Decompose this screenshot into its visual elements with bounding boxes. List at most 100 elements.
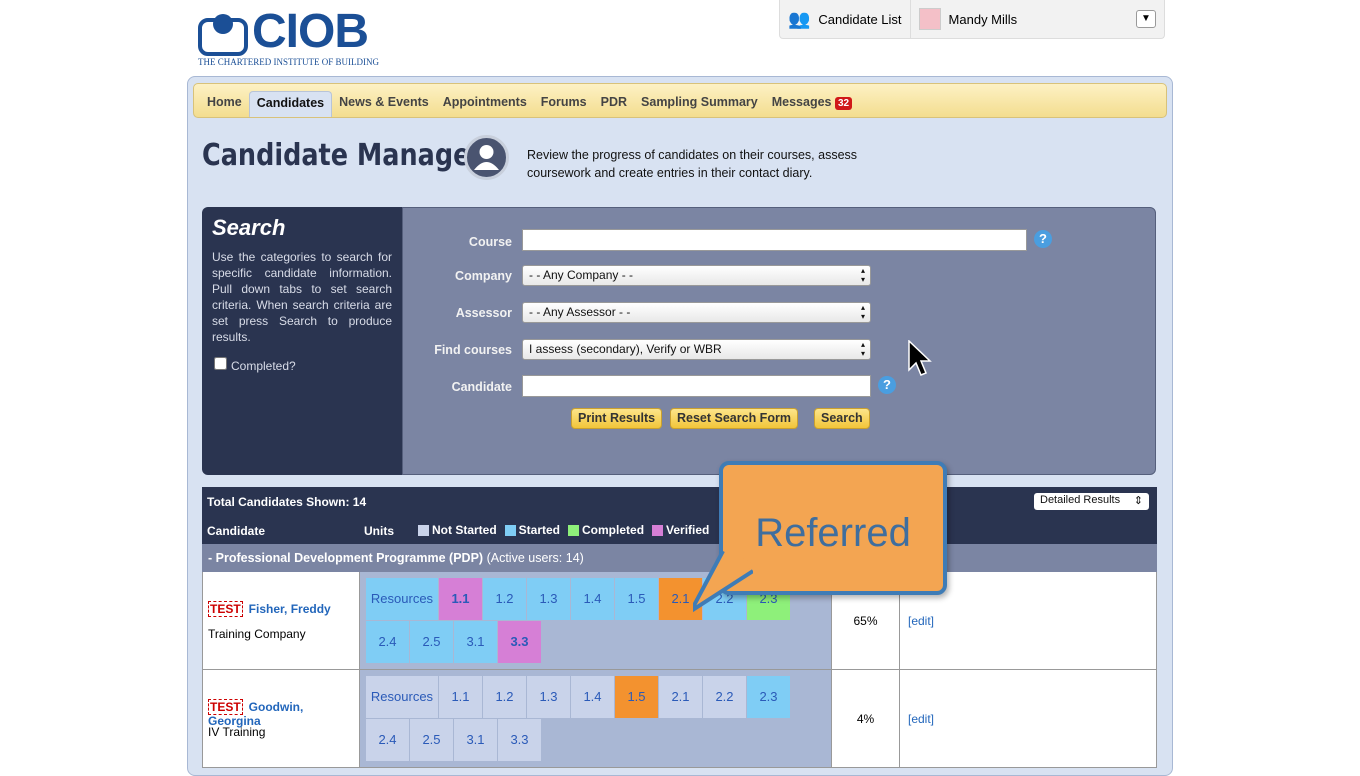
results-header: Total Candidates Shown: 14 Detailed Resu… [202,487,1157,544]
unit-cell[interactable]: 2.5 [410,719,453,761]
test-tag: TEST [208,601,243,617]
user-name: Mandy Mills [948,11,1018,27]
nav-messages[interactable]: Messages 32 [765,91,859,117]
legend-item: Not Started [418,523,497,537]
help-icon[interactable]: ? [1034,230,1052,248]
nav-label: PDR [600,95,628,109]
total-candidates: Total Candidates Shown: 14 [207,495,367,509]
reset-search-button[interactable]: Reset Search Form [670,408,798,429]
find-courses-select[interactable]: I assess (secondary), Verify or WBR [522,339,871,360]
unit-cell[interactable]: Resources [366,578,438,620]
unit-cell[interactable]: 1.2 [483,578,526,620]
nav-news-events[interactable]: News & Events [332,91,436,117]
unit-cell[interactable]: 2.3 [747,676,790,718]
group-users: (Active users: 14) [486,551,584,565]
user-menu[interactable]: Mandy Mills ▼ [911,8,1164,30]
unit-cell[interactable]: 3.3 [498,621,541,663]
candidate-input[interactable] [522,375,871,397]
nav-forums[interactable]: Forums [534,91,594,117]
unit-cell[interactable]: 1.5 [615,578,658,620]
candidate-list-link[interactable]: 👥 Candidate List [780,0,911,38]
completed-checkbox-label[interactable]: Completed? [212,357,392,373]
chevron-down-icon[interactable]: ▼ [1136,10,1156,28]
help-icon[interactable]: ? [878,376,896,394]
legend-label: Completed [582,523,645,537]
legend-swatch [418,524,429,536]
logo-subtitle: THE CHARTERED INSTITUTE OF BUILDING [198,57,379,67]
course-label: Course [468,235,512,249]
candidate-name-link[interactable]: Fisher, Freddy [249,602,331,616]
nav-label: News & Events [339,95,429,109]
search-sidebar: Search Use the categories to search for … [202,207,402,475]
legend-item: Started [504,523,561,537]
nav-sampling-summary[interactable]: Sampling Summary [634,91,765,117]
candidate-cell: TEST Goodwin, Georgina IV Training [203,670,360,767]
referred-callout: Referred [693,461,947,613]
legend-label: Not Started [432,523,497,537]
unit-cell[interactable]: 2.4 [366,719,409,761]
nav-label: Sampling Summary [641,95,758,109]
ciob-logo[interactable]: CIOB THE CHARTERED INSTITUTE OF BUILDING [196,5,391,68]
col-candidate: Candidate [207,524,266,538]
unit-cell[interactable]: 2.5 [410,621,453,663]
completed-checkbox[interactable] [214,357,227,370]
view-select[interactable]: Detailed Results ⇕ [1034,493,1149,510]
unit-cell[interactable]: 3.1 [454,621,497,663]
print-results-button[interactable]: Print Results [571,408,663,429]
group-header[interactable]: - Professional Development Programme (PD… [202,544,1157,572]
nav-appointments[interactable]: Appointments [436,91,534,117]
person-icon [464,135,509,180]
nav-label: Appointments [442,95,527,109]
legend-item: Verified [652,523,709,537]
search-title: Search [212,215,286,240]
unit-cell[interactable]: 1.2 [483,676,526,718]
unit-cell[interactable]: 1.1 [439,578,482,620]
unit-cell[interactable]: 3.3 [498,719,541,761]
page-description: Review the progress of candidates on the… [527,148,858,180]
completed-label: Completed? [231,359,296,373]
page-title: Candidate Manager [202,138,483,173]
legend-label: Started [518,523,561,537]
unit-cell[interactable]: 1.3 [527,578,570,620]
message-count-badge: 32 [834,97,853,110]
user-bar: 👥 Candidate List Mandy Mills ▼ [779,0,1165,39]
unit-cell[interactable]: Resources [366,676,438,718]
unit-cell[interactable]: 1.3 [527,676,570,718]
search-help: Use the categories to search for specifi… [212,250,392,344]
company-select[interactable]: - - Any Company - - [522,265,871,286]
nav-home[interactable]: Home [200,91,249,117]
unit-cell[interactable]: 1.4 [571,578,614,620]
unit-cell[interactable]: 1.4 [571,676,614,718]
edit-link[interactable]: [edit] [908,670,934,768]
assessor-label: Assessor [455,306,512,320]
candidate-label: Candidate [451,380,512,394]
nav-label: Home [207,95,242,109]
legend-swatch [568,524,580,536]
group-name: - Professional Development Programme (PD… [208,551,484,565]
candidate-company: Training Company [208,627,306,641]
unit-cell[interactable]: 1.5 [615,676,658,718]
course-input[interactable] [522,229,1027,251]
updown-icon: ⇕ [1133,495,1143,507]
nav-label: Messages [771,95,832,109]
find-courses-label: Find courses [434,343,512,357]
nav-candidates[interactable]: Candidates [248,91,333,117]
assessor-select[interactable]: - - Any Assessor - - [522,302,871,323]
unit-cell[interactable]: 2.4 [366,621,409,663]
unit-cell[interactable]: 1.1 [439,676,482,718]
unit-cell[interactable]: 2.2 [703,676,746,718]
unit-cell[interactable]: 2.1 [659,676,702,718]
legend-swatch [652,524,664,536]
view-select-value: Detailed Results [1040,494,1121,506]
legend-item: Completed [568,523,644,537]
candidate-company: IV Training [208,725,266,739]
logo-word: CIOB [252,5,369,58]
lion-crest-icon [198,14,248,56]
unit-cell[interactable]: 3.1 [454,719,497,761]
nav-label: Candidates [256,96,325,110]
nav-pdr[interactable]: PDR [594,91,634,117]
users-icon: 👥 [788,8,811,29]
candidate-list-label: Candidate List [818,11,902,27]
legend-label: Verified [666,523,710,537]
search-button[interactable]: Search [814,408,870,429]
